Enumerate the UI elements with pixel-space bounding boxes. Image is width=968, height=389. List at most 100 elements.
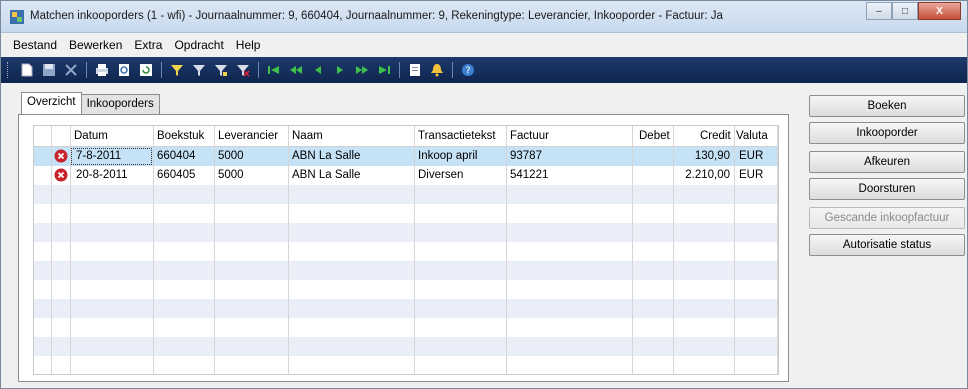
title-bar[interactable]: Matchen inkooporders (1 - wfi) - Journaa… xyxy=(1,1,967,33)
menu-extra[interactable]: Extra xyxy=(128,38,168,52)
maximize-button[interactable]: □ xyxy=(892,2,918,20)
cell-factuur[interactable]: 93787 xyxy=(510,150,542,162)
close-button[interactable]: X xyxy=(918,2,961,20)
column-divider xyxy=(632,126,633,374)
toolbar: ? xyxy=(1,57,967,83)
last-record-icon[interactable] xyxy=(375,61,393,79)
column-divider xyxy=(214,126,215,374)
cell-boekstuk[interactable]: 660405 xyxy=(157,169,195,181)
previous-record-icon[interactable] xyxy=(309,61,327,79)
menu-opdracht[interactable]: Opdracht xyxy=(168,38,229,52)
empty-row[interactable] xyxy=(34,185,778,204)
column-divider xyxy=(153,126,154,374)
tab-overzicht[interactable]: Overzicht xyxy=(21,92,82,114)
filter-by-selection-icon[interactable] xyxy=(212,61,230,79)
next-page-icon[interactable] xyxy=(353,61,371,79)
inkooporder-button[interactable]: Inkooporder xyxy=(809,122,965,144)
column-divider xyxy=(506,126,507,374)
header-credit[interactable]: Credit xyxy=(700,130,731,142)
filter-icon[interactable] xyxy=(168,61,186,79)
empty-row[interactable] xyxy=(34,223,778,242)
cell-datum[interactable]: 7-8-2011 xyxy=(76,150,121,162)
toolbar-grip[interactable] xyxy=(7,62,10,78)
table-row[interactable]: 7-8-2011 660404 5000 ABN La Salle Inkoop… xyxy=(34,147,778,166)
column-divider xyxy=(70,126,71,374)
column-divider xyxy=(734,126,735,374)
cell-naam[interactable]: ABN La Salle xyxy=(292,150,360,162)
window-controls: – □ X xyxy=(866,2,961,20)
toolbar-separator xyxy=(452,62,453,78)
error-icon xyxy=(54,149,68,163)
cell-boekstuk[interactable]: 660404 xyxy=(157,150,195,162)
header-debet[interactable]: Debet xyxy=(639,130,670,142)
autorisatie-status-button[interactable]: Autorisatie status xyxy=(809,234,965,256)
boeken-button[interactable]: Boeken xyxy=(809,95,965,117)
cell-transactietekst[interactable]: Inkoop april xyxy=(418,150,477,162)
header-naam[interactable]: Naam xyxy=(292,130,323,142)
window-title: Matchen inkooporders (1 - wfi) - Journaa… xyxy=(30,10,723,22)
delete-icon[interactable] xyxy=(62,61,80,79)
overview-panel: Datum Boekstuk Leverancier Naam Transact… xyxy=(18,114,789,382)
header-boekstuk[interactable]: Boekstuk xyxy=(157,130,204,142)
menu-bar: Bestand Bewerken Extra Opdracht Help xyxy=(1,34,967,56)
toolbar-separator xyxy=(86,62,87,78)
header-factuur[interactable]: Factuur xyxy=(510,130,549,142)
empty-row[interactable] xyxy=(34,204,778,223)
app-icon xyxy=(10,10,24,24)
toolbar-separator xyxy=(399,62,400,78)
column-divider xyxy=(288,126,289,374)
header-valuta[interactable]: Valuta xyxy=(736,130,768,142)
gescande-inkoopfactuur-button[interactable]: Gescande inkoopfactuur xyxy=(809,207,965,229)
cell-leverancier[interactable]: 5000 xyxy=(218,169,244,181)
toolbar-separator xyxy=(258,62,259,78)
doorsturen-button[interactable]: Doorsturen xyxy=(809,178,965,200)
empty-row[interactable] xyxy=(34,318,778,337)
header-leverancier[interactable]: Leverancier xyxy=(218,130,278,142)
grid-header: Datum Boekstuk Leverancier Naam Transact… xyxy=(34,126,778,147)
print-icon[interactable] xyxy=(93,61,111,79)
empty-row[interactable] xyxy=(34,356,778,374)
new-icon[interactable] xyxy=(18,61,36,79)
tab-inkooporders[interactable]: Inkooporders xyxy=(80,94,160,114)
menu-bewerken[interactable]: Bewerken xyxy=(63,38,128,52)
cell-credit[interactable]: 2.210,00 xyxy=(674,169,730,181)
cell-transactietekst[interactable]: Diversen xyxy=(418,169,463,181)
empty-row[interactable] xyxy=(34,280,778,299)
cell-naam[interactable]: ABN La Salle xyxy=(292,169,360,181)
column-divider xyxy=(51,126,52,374)
next-record-icon[interactable] xyxy=(331,61,349,79)
document-handling-icon[interactable] xyxy=(406,61,424,79)
header-datum[interactable]: Datum xyxy=(74,130,108,142)
table-row[interactable]: 20-8-2011 660405 5000 ABN La Salle Diver… xyxy=(34,166,778,185)
minimize-button[interactable]: – xyxy=(866,2,892,20)
empty-row[interactable] xyxy=(34,261,778,280)
menu-bestand[interactable]: Bestand xyxy=(7,38,63,52)
remove-filter-icon[interactable] xyxy=(234,61,252,79)
afkeuren-button[interactable]: Afkeuren xyxy=(809,151,965,173)
refresh-icon[interactable] xyxy=(137,61,155,79)
column-divider xyxy=(777,126,778,374)
empty-row[interactable] xyxy=(34,337,778,356)
cell-leverancier[interactable]: 5000 xyxy=(218,150,244,162)
tab-strip: Overzicht Inkooporders xyxy=(21,92,160,114)
first-record-icon[interactable] xyxy=(265,61,283,79)
column-divider xyxy=(673,126,674,374)
empty-row[interactable] xyxy=(34,299,778,318)
save-icon[interactable] xyxy=(40,61,58,79)
cell-valuta[interactable]: EUR xyxy=(739,150,763,162)
header-transactietekst[interactable]: Transactietekst xyxy=(418,130,496,142)
menu-help[interactable]: Help xyxy=(230,38,267,52)
svg-text:?: ? xyxy=(465,66,470,77)
print-preview-icon[interactable] xyxy=(115,61,133,79)
cell-credit[interactable]: 130,90 xyxy=(674,150,730,162)
cell-factuur[interactable]: 541221 xyxy=(510,169,548,181)
error-icon xyxy=(54,168,68,182)
cell-valuta[interactable]: EUR xyxy=(739,169,763,181)
empty-row[interactable] xyxy=(34,242,778,261)
previous-page-icon[interactable] xyxy=(287,61,305,79)
matching-grid[interactable]: Datum Boekstuk Leverancier Naam Transact… xyxy=(33,125,779,375)
alert-icon[interactable] xyxy=(428,61,446,79)
cell-datum[interactable]: 20-8-2011 xyxy=(76,169,128,181)
help-icon[interactable]: ? xyxy=(459,61,477,79)
filter-by-field-icon[interactable] xyxy=(190,61,208,79)
